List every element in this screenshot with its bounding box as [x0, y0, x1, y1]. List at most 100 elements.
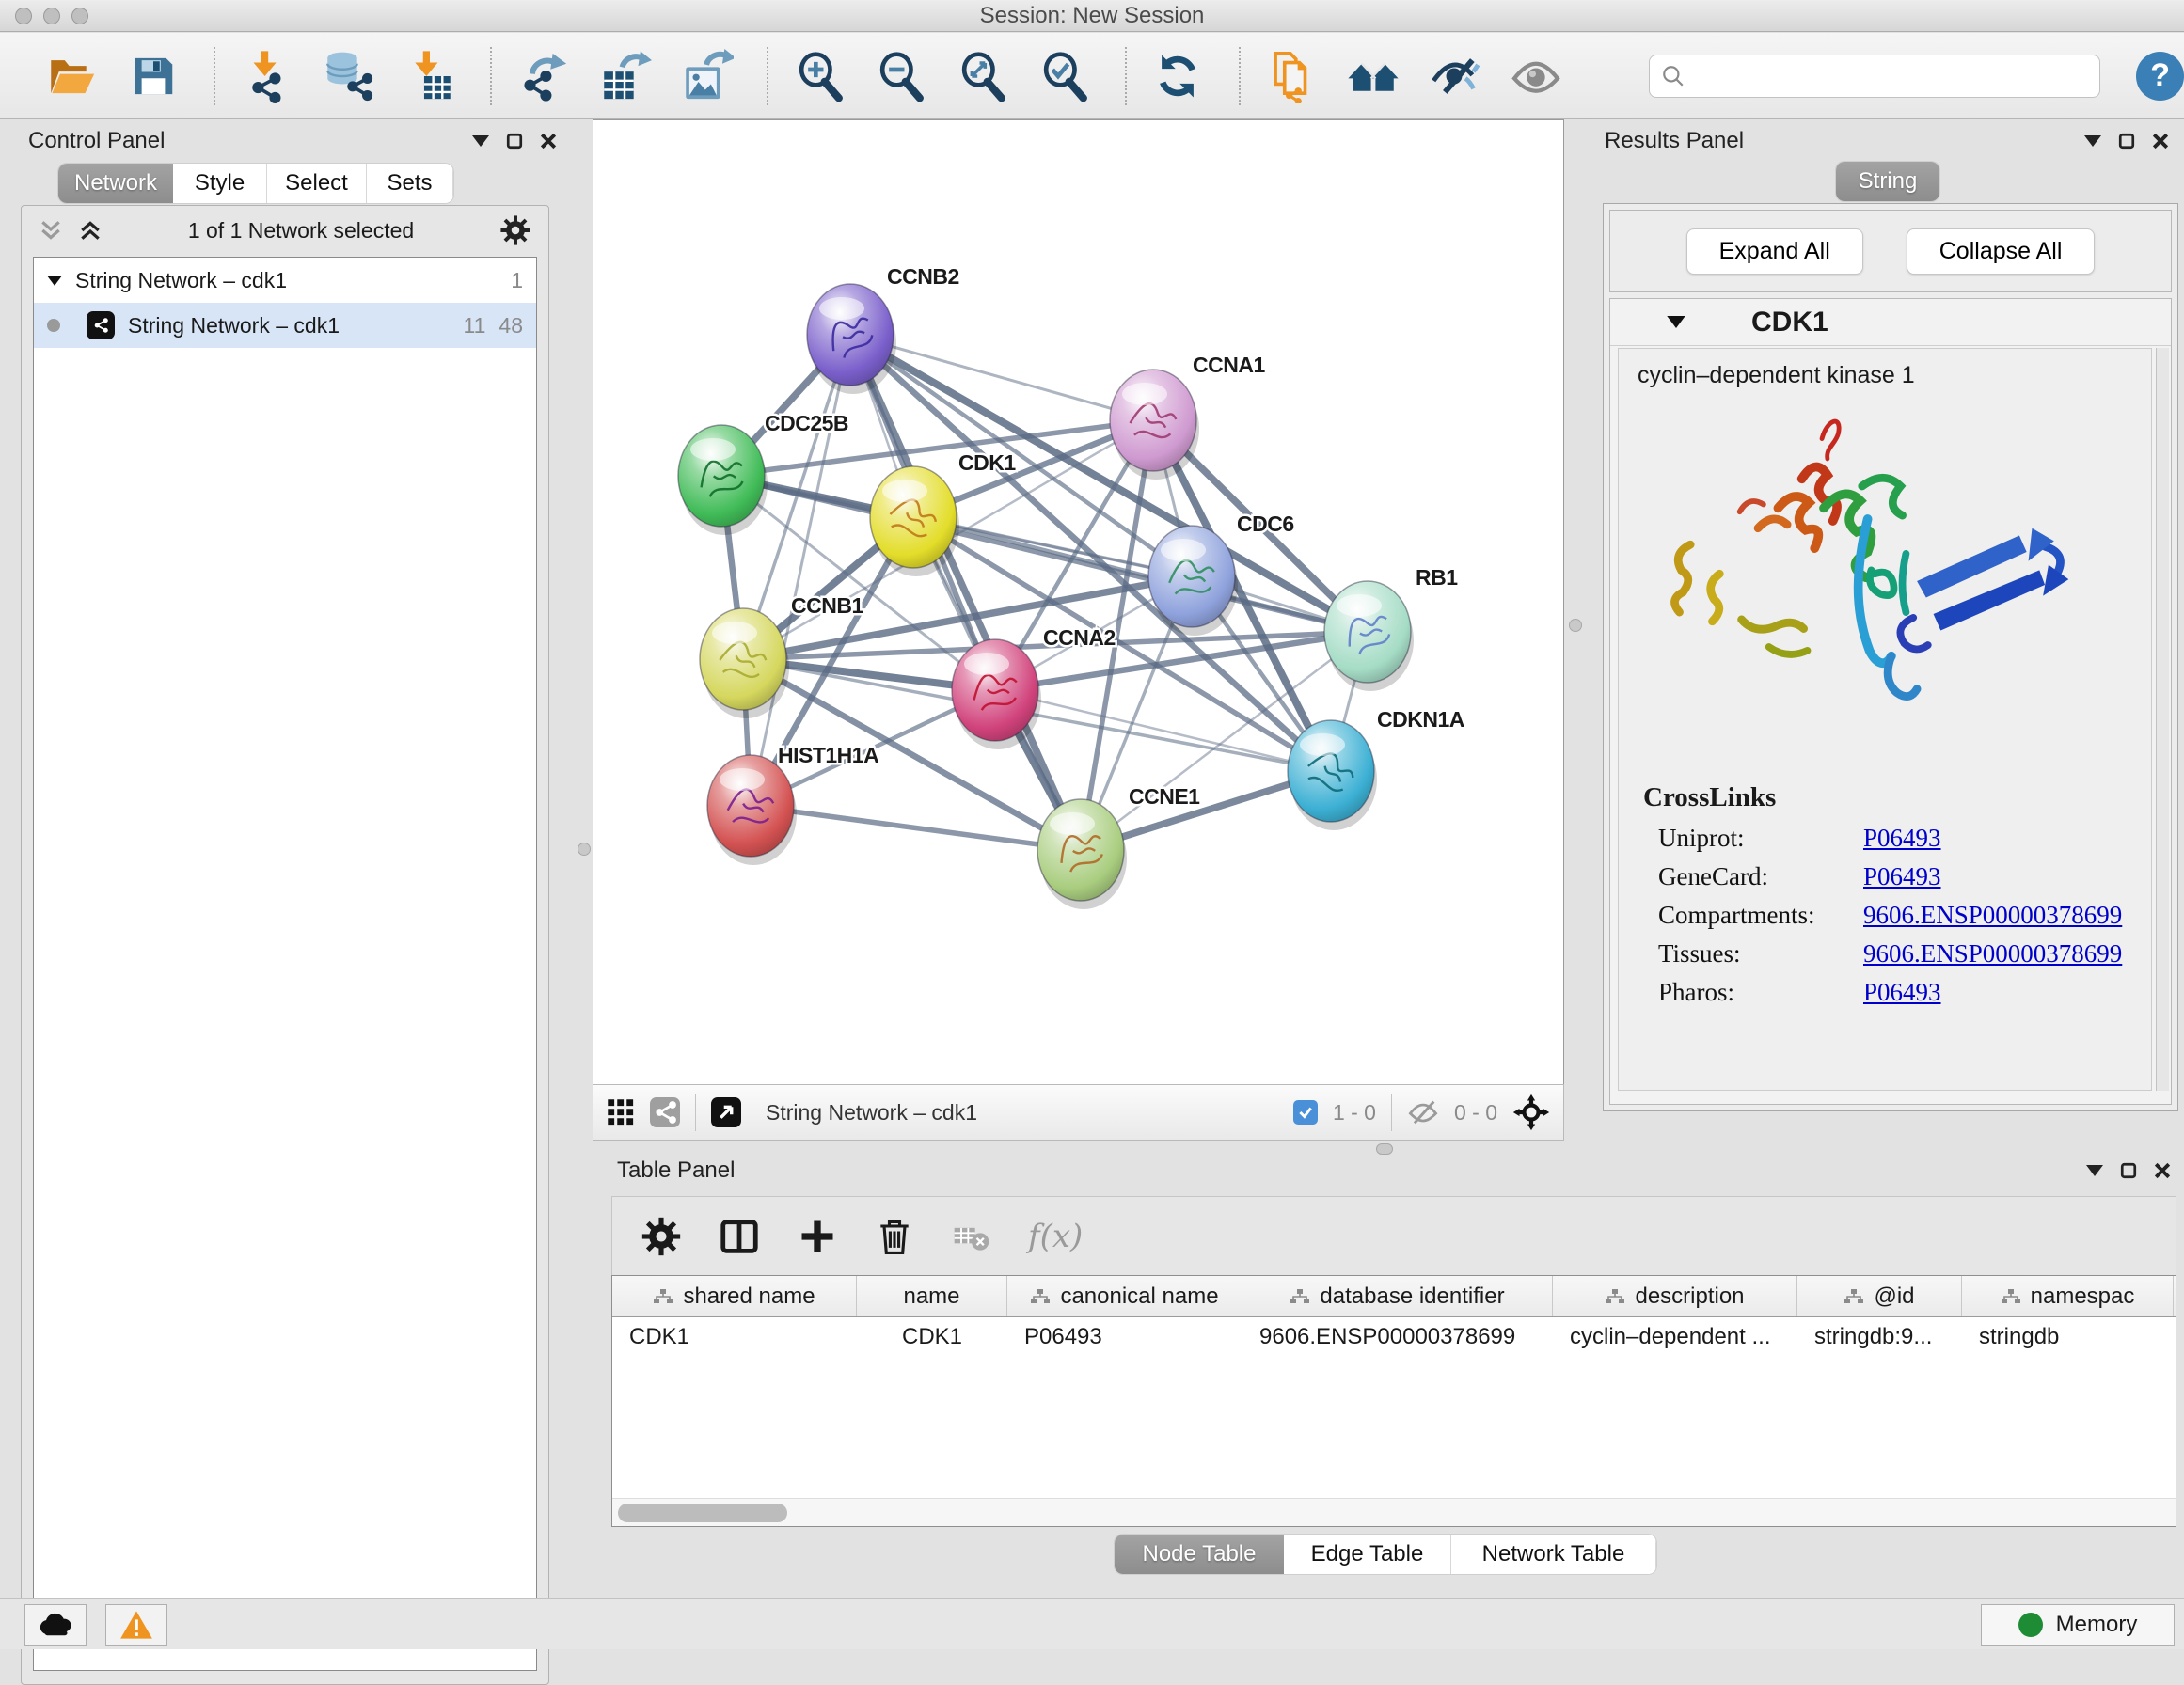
- panel-menu-icon[interactable]: [2086, 1165, 2103, 1176]
- panel-menu-icon[interactable]: [472, 135, 489, 147]
- import-table-button[interactable]: [402, 47, 459, 105]
- column-header-description[interactable]: description: [1553, 1276, 1797, 1316]
- table-cell[interactable]: 9606.ENSP00000378699: [1242, 1317, 1553, 1359]
- network-edge-HIST1H1A-CCNE1[interactable]: [751, 806, 1081, 850]
- zoom-fit-button[interactable]: [955, 47, 1012, 105]
- panel-float-icon[interactable]: [2118, 133, 2135, 150]
- add-column-icon[interactable]: [797, 1216, 838, 1257]
- results-scrollbar[interactable]: [2156, 348, 2169, 1091]
- network-graph[interactable]: CCNB2CCNA1CDC25BCDK1CDC6RB1CCNB1CCNA2CDK…: [593, 120, 1565, 1085]
- panel-menu-icon[interactable]: [2084, 135, 2101, 147]
- splitter-handle-bottom[interactable]: [1376, 1143, 1393, 1155]
- table-row[interactable]: CDK1CDK1P064939606.ENSP00000378699cyclin…: [612, 1317, 2176, 1359]
- export-table-button[interactable]: [596, 47, 654, 105]
- tab-edge-table[interactable]: Edge Table: [1284, 1535, 1451, 1574]
- tab-string-results[interactable]: String: [1836, 162, 1939, 201]
- window-zoom-button[interactable]: [71, 8, 88, 24]
- show-glass-button[interactable]: [1508, 47, 1565, 105]
- grid-view-icon[interactable]: [607, 1098, 635, 1126]
- column-header-canonical-name[interactable]: canonical name: [1007, 1276, 1242, 1316]
- collapse-all-chevron-icon[interactable]: [39, 218, 63, 243]
- network-badge-grey-icon[interactable]: [650, 1097, 680, 1127]
- window-minimize-button[interactable]: [43, 8, 60, 24]
- cloud-status-button[interactable]: [24, 1604, 87, 1646]
- zoom-selected-button[interactable]: [1036, 47, 1093, 105]
- network-edge-CCNB2-HIST1H1A[interactable]: [751, 335, 850, 806]
- pan-crosshair-icon[interactable]: [1512, 1094, 1550, 1131]
- table-cell[interactable]: CDK1: [857, 1317, 1007, 1359]
- panel-float-icon[interactable]: [2120, 1162, 2137, 1179]
- table-options-gear-icon[interactable]: [641, 1216, 682, 1257]
- save-session-button[interactable]: [125, 47, 182, 105]
- collapse-protein-icon[interactable]: [1667, 316, 1685, 328]
- network-canvas[interactable]: CCNB2CCNA1CDC25BCDK1CDC6RB1CCNB1CCNA2CDK…: [593, 119, 1564, 1084]
- column-header-shared-name[interactable]: shared name: [612, 1276, 857, 1316]
- network-node-CCNA2[interactable]: [952, 639, 1041, 749]
- panel-close-icon[interactable]: [540, 133, 557, 150]
- crosslink-link[interactable]: P06493: [1863, 862, 1941, 891]
- network-node-CCNB1[interactable]: [700, 608, 789, 718]
- tab-node-table[interactable]: Node Table: [1115, 1535, 1284, 1574]
- selected-nodes-checkbox[interactable]: [1293, 1100, 1318, 1125]
- network-node-RB1[interactable]: [1324, 581, 1414, 691]
- column-header-database-identifier[interactable]: database identifier: [1242, 1276, 1553, 1316]
- network-node-CCNE1[interactable]: [1037, 799, 1127, 909]
- tab-sets[interactable]: Sets: [367, 164, 453, 203]
- tab-style[interactable]: Style: [173, 164, 267, 203]
- expand-all-button[interactable]: Expand All: [1686, 228, 1863, 275]
- hide-glass-button[interactable]: [1426, 47, 1483, 105]
- scrollbar-thumb[interactable]: [618, 1504, 787, 1522]
- network-node-HIST1H1A[interactable]: [707, 755, 797, 865]
- network-node-CDK1[interactable]: [870, 466, 959, 576]
- network-node-CCNA1[interactable]: [1110, 370, 1199, 480]
- tab-network[interactable]: Network: [58, 164, 173, 203]
- delete-column-trash-icon[interactable]: [874, 1216, 915, 1257]
- import-network-database-button[interactable]: [320, 47, 377, 105]
- crosslink-link[interactable]: 9606.ENSP00000378699: [1863, 901, 2122, 930]
- show-columns-icon[interactable]: [718, 1215, 761, 1258]
- window-close-button[interactable]: [15, 8, 32, 24]
- network-edge-CCNB2-CCNE1[interactable]: [850, 335, 1081, 850]
- network-collection-row[interactable]: String Network – cdk1 1: [34, 258, 536, 303]
- tree-expand-icon[interactable]: [47, 276, 62, 286]
- string-home-button[interactable]: [1344, 47, 1401, 105]
- splitter-handle-left[interactable]: [578, 842, 591, 856]
- table-cell[interactable]: P06493: [1007, 1317, 1242, 1359]
- network-node-CCNB2[interactable]: [807, 284, 896, 394]
- zoom-in-button[interactable]: [791, 47, 848, 105]
- birdseye-view-icon[interactable]: [711, 1097, 741, 1127]
- column-header-name[interactable]: name: [857, 1276, 1007, 1316]
- crosslink-link[interactable]: P06493: [1863, 978, 1941, 1007]
- hidden-eye-icon[interactable]: [1407, 1098, 1439, 1126]
- export-image-button[interactable]: [678, 47, 736, 105]
- table-cell[interactable]: cyclin–dependent ...: [1553, 1317, 1797, 1359]
- tab-select[interactable]: Select: [267, 164, 367, 203]
- table-cell[interactable]: CDK1: [612, 1317, 857, 1359]
- network-row-selected[interactable]: String Network – cdk1 11 48: [34, 303, 536, 348]
- network-options-gear-icon[interactable]: [499, 214, 531, 246]
- zoom-out-button[interactable]: [873, 47, 930, 105]
- collapse-all-button[interactable]: Collapse All: [1907, 228, 2096, 275]
- panel-close-icon[interactable]: [2154, 1162, 2171, 1179]
- import-network-file-button[interactable]: [238, 47, 295, 105]
- column-header--id[interactable]: @id: [1797, 1276, 1962, 1316]
- column-header-namespac[interactable]: namespac: [1962, 1276, 2174, 1316]
- table-cell[interactable]: stringdb:9...: [1797, 1317, 1962, 1359]
- memory-status-button[interactable]: Memory: [1981, 1604, 2175, 1646]
- search-input[interactable]: [1685, 64, 2090, 88]
- export-network-button[interactable]: [514, 47, 572, 105]
- refresh-button[interactable]: [1149, 47, 1207, 105]
- network-node-CDKN1A[interactable]: [1288, 720, 1377, 830]
- help-button[interactable]: ?: [2136, 52, 2184, 101]
- tab-network-table[interactable]: Network Table: [1451, 1535, 1656, 1574]
- clone-network-button[interactable]: [1263, 47, 1321, 105]
- table-cell[interactable]: stringdb: [1962, 1317, 2174, 1359]
- open-session-button[interactable]: [43, 47, 101, 105]
- network-node-CDC25B[interactable]: [678, 425, 768, 535]
- table-horizontal-scrollbar[interactable]: [612, 1498, 2176, 1526]
- panel-float-icon[interactable]: [506, 133, 523, 150]
- splitter-handle-right[interactable]: [1569, 619, 1582, 632]
- panel-close-icon[interactable]: [2152, 133, 2169, 150]
- warnings-button[interactable]: [105, 1604, 167, 1646]
- expand-all-chevron-icon[interactable]: [78, 218, 103, 243]
